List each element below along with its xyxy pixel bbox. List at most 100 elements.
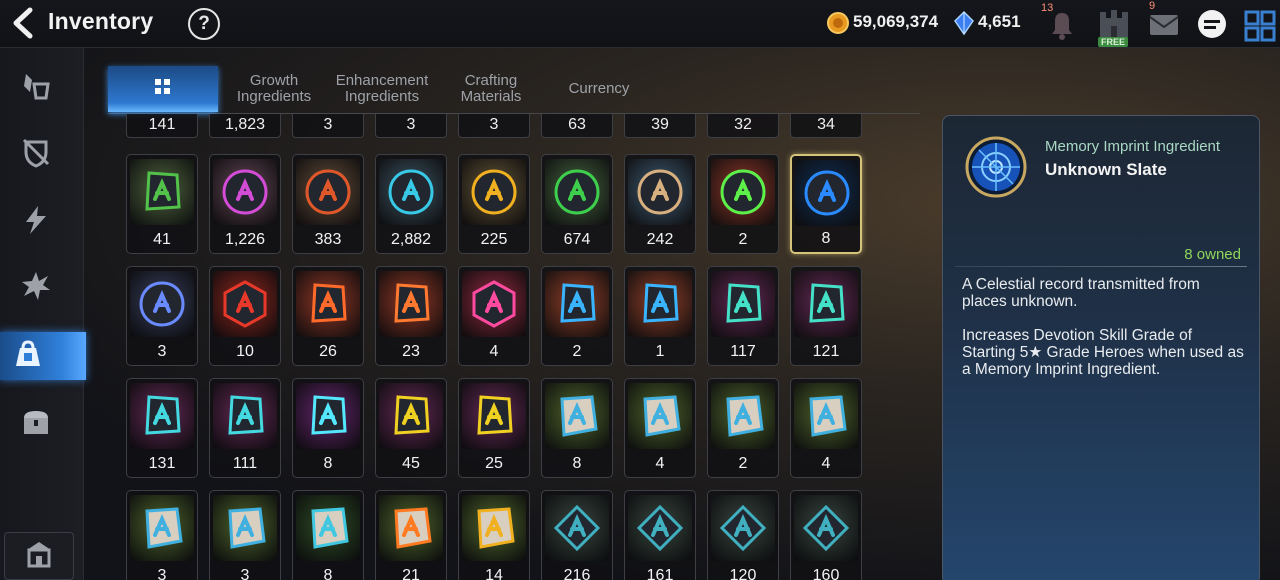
back-arrow-icon[interactable] (8, 6, 40, 40)
item-count-partial[interactable]: 39 (624, 114, 696, 138)
teal-slash-rune-icon (711, 271, 775, 337)
item-slot[interactable]: 120 (707, 490, 779, 580)
inventory-tabs: Growth Ingredients Enhancement Ingredien… (108, 66, 920, 114)
equipment-icon (20, 70, 52, 107)
diamond-slate-3-icon (711, 495, 775, 561)
tab-growth-ingredients[interactable]: Growth Ingredients (226, 66, 322, 112)
sidebar-item-chest[interactable] (10, 400, 62, 448)
feather-icon (628, 159, 692, 225)
item-count: 4 (821, 455, 831, 472)
item-slot[interactable]: 2 (541, 266, 613, 366)
item-slot[interactable]: 21 (375, 490, 447, 580)
sidebar-item-burst[interactable] (10, 264, 62, 312)
item-count: 23 (402, 343, 420, 360)
item-slot[interactable]: 2 (707, 378, 779, 478)
tab-label: Enhancement Ingredients (335, 72, 429, 105)
item-count-partial[interactable]: 34 (790, 114, 862, 138)
item-slot[interactable]: 4 (458, 266, 530, 366)
item-slot[interactable]: 2,882 (375, 154, 447, 254)
item-count-partial[interactable]: 63 (541, 114, 613, 138)
tab-enhancement-ingredients[interactable]: Enhancement Ingredients (330, 66, 434, 112)
item-slot[interactable]: 25 (458, 378, 530, 478)
green-gem-icon (545, 159, 609, 225)
item-slot[interactable]: 131 (126, 378, 198, 478)
chat-icon[interactable] (1194, 6, 1230, 42)
item-count: 4 (655, 455, 665, 472)
item-slot[interactable]: 161 (624, 490, 696, 580)
item-slot[interactable]: 242 (624, 154, 696, 254)
item-slot[interactable]: 1 (624, 266, 696, 366)
item-slot-selected[interactable]: 8 (790, 154, 862, 254)
item-slot[interactable]: 45 (375, 378, 447, 478)
item-slot[interactable]: 8 (292, 378, 364, 478)
item-slot[interactable]: 3 (126, 490, 198, 580)
category-sidebar (0, 48, 86, 580)
item-slot[interactable]: 23 (375, 266, 447, 366)
item-slot[interactable]: 14 (458, 490, 530, 580)
tab-label: Growth Ingredients (236, 72, 312, 105)
stone-star-rune-icon (296, 495, 360, 561)
diamond-slate-2-icon (628, 495, 692, 561)
question-mark-icon[interactable]: ? (188, 8, 220, 40)
menu-grid-icon[interactable] (1242, 6, 1278, 42)
green-triangle-rune-icon (130, 159, 194, 225)
item-count: 8 (323, 567, 333, 580)
item-count-partial[interactable]: 1,823 (209, 114, 281, 138)
item-count-partial[interactable]: 32 (707, 114, 779, 138)
sidebar-shop-button[interactable] (4, 532, 74, 580)
item-slot[interactable]: 3 (126, 266, 198, 366)
item-description: A Celestial record transmitted from plac… (962, 276, 1200, 310)
item-slot[interactable]: 1,226 (209, 154, 281, 254)
item-count-partial[interactable]: 141 (126, 114, 198, 138)
lightning-icon (20, 204, 52, 241)
materials-bag-icon (12, 338, 44, 375)
gold-t-rune-icon (379, 383, 443, 449)
tab-currency[interactable]: Currency (554, 66, 644, 112)
item-slot[interactable]: 4 (624, 378, 696, 478)
item-slot[interactable]: 41 (126, 154, 198, 254)
item-count: 383 (314, 231, 342, 248)
artifact-icon (20, 136, 52, 173)
sidebar-item-artifact[interactable] (10, 130, 62, 178)
item-slot[interactable]: 8 (292, 490, 364, 580)
item-count: 216 (563, 567, 591, 580)
sidebar-item-skills[interactable] (10, 198, 62, 246)
item-slot[interactable]: 10 (209, 266, 281, 366)
unknown-slate-icon (965, 136, 1027, 198)
item-slot[interactable]: 26 (292, 266, 364, 366)
item-slot[interactable]: 674 (541, 154, 613, 254)
diamond-slate-icon (545, 495, 609, 561)
item-count-partial[interactable]: 3 (292, 114, 364, 138)
burst-icon (20, 270, 52, 307)
red-t-rune-icon (296, 271, 360, 337)
item-count-partial[interactable]: 3 (458, 114, 530, 138)
item-slot[interactable]: 111 (209, 378, 281, 478)
item-count: 2 (738, 455, 748, 472)
item-count: 41 (153, 231, 171, 248)
item-slot[interactable]: 216 (541, 490, 613, 580)
item-effect: Increases Devotion Skill Grade of Starti… (962, 327, 1244, 378)
item-slot[interactable]: 383 (292, 154, 364, 254)
stone-gold-slash-rune-icon (462, 495, 526, 561)
gold-gem-icon (462, 159, 526, 225)
item-slot[interactable]: 121 (790, 266, 862, 366)
tab-all[interactable] (108, 66, 218, 112)
teal-swirl-rune-icon (794, 271, 858, 337)
item-count: 2 (572, 343, 582, 360)
tab-crafting-materials[interactable]: Crafting Materials (444, 66, 538, 112)
item-slot[interactable]: 117 (707, 266, 779, 366)
item-slot[interactable]: 225 (458, 154, 530, 254)
item-slot[interactable]: 8 (541, 378, 613, 478)
item-count: 3 (240, 567, 250, 580)
sidebar-item-equipment[interactable] (10, 64, 62, 112)
item-slot[interactable]: 160 (790, 490, 862, 580)
sidebar-item-materials[interactable] (0, 332, 86, 380)
item-slot[interactable]: 3 (209, 490, 281, 580)
red-slash-rune-icon (379, 271, 443, 337)
item-count: 10 (236, 343, 254, 360)
blue-catalyst-icon (545, 271, 609, 337)
item-slot[interactable]: 2 (707, 154, 779, 254)
item-count: 1 (655, 343, 665, 360)
item-count-partial[interactable]: 3 (375, 114, 447, 138)
item-slot[interactable]: 4 (790, 378, 862, 478)
